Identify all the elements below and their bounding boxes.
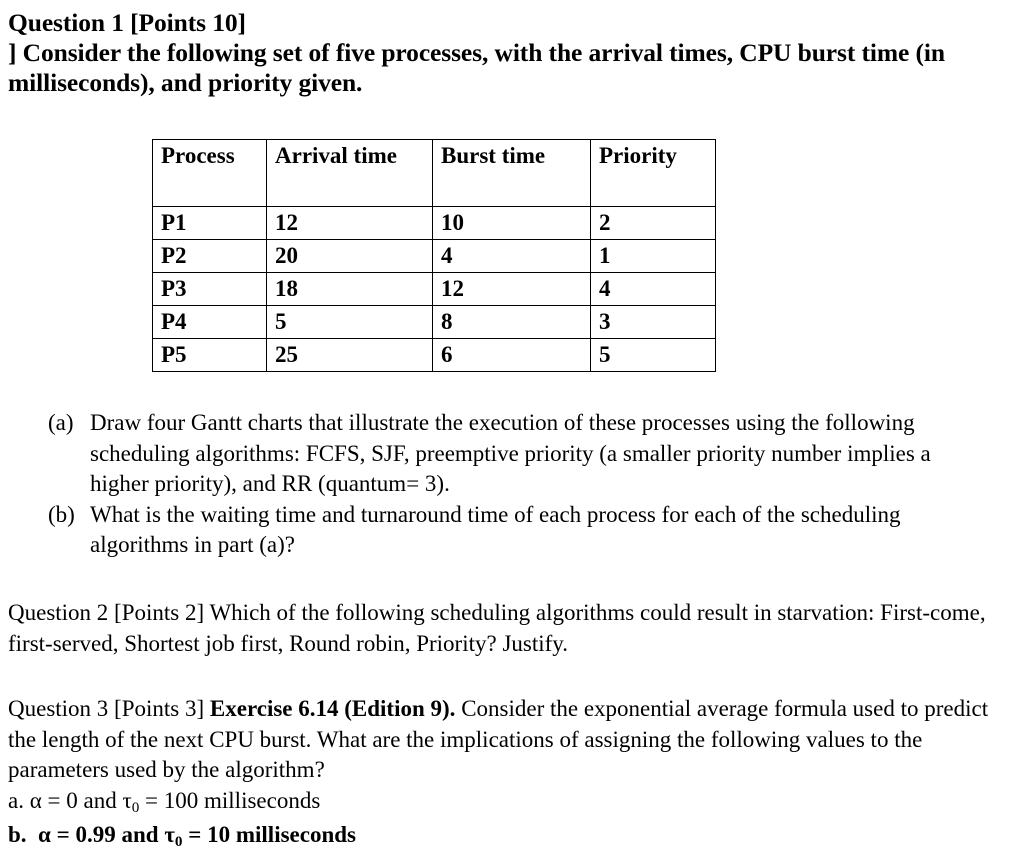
question-2-block: Question 2 [Points 2] Which of the follo… [8, 598, 1018, 659]
cell-process: P2 [152, 239, 267, 273]
item-a-subscript: 0 [131, 799, 140, 817]
table-row: P2 20 4 1 [152, 239, 716, 273]
cell-priority: 3 [590, 305, 716, 339]
cell-priority: 5 [590, 338, 716, 372]
question-1-sub-items: (a) Draw four Gantt charts that illustra… [8, 408, 1016, 561]
question-1-intro: ] Consider the following set of five pro… [8, 38, 945, 97]
cell-process: P1 [152, 206, 267, 240]
cell-arrival-time: 18 [266, 272, 433, 306]
document-page: Question 1 [Points 10] ] Consider the fo… [0, 0, 1024, 857]
cell-process: P3 [152, 272, 267, 306]
cell-priority: 1 [590, 239, 716, 273]
question-3-item-a: a. α = 0 and τ0 = 100 milliseconds [8, 786, 1008, 820]
list-item-text-a: Draw four Gantt charts that illustrate t… [90, 410, 931, 496]
cell-priority: 2 [590, 206, 716, 240]
table-row: P4 5 8 3 [152, 305, 716, 339]
column-header-arrival-time: Arrival time [266, 139, 433, 207]
question-1-title: Question 1 [Points 10] [8, 8, 246, 37]
cell-arrival-time: 5 [266, 305, 433, 339]
cell-burst-time: 10 [432, 206, 591, 240]
question-3-exercise-reference: Exercise 6.14 (Edition 9). [209, 696, 456, 721]
list-item-text-b: What is the waiting time and turnaround … [90, 501, 901, 558]
cell-arrival-time: 25 [266, 338, 433, 372]
item-b-lead: b. α = 0.99 and τ [8, 821, 175, 847]
column-header-priority: Priority [590, 139, 716, 207]
table-header-row: Process Arrival time Burst time Priority [152, 139, 716, 207]
column-header-burst-time: Burst time [432, 139, 591, 207]
list-item: (b) What is the waiting time and turnaro… [8, 500, 1016, 561]
cell-arrival-time: 20 [266, 239, 433, 273]
table-row: P5 25 6 5 [152, 338, 716, 372]
cell-process: P5 [152, 338, 267, 372]
item-a-lead: a. α = 0 and τ [8, 788, 132, 813]
cell-arrival-time: 12 [266, 206, 433, 240]
item-b-subscript: 0 [174, 832, 183, 850]
question-1-heading: Question 1 [Points 10] ] Consider the fo… [8, 8, 1016, 98]
cell-burst-time: 12 [432, 272, 591, 306]
cell-burst-time: 8 [432, 305, 591, 339]
cell-burst-time: 6 [432, 338, 591, 372]
table-row: P1 12 10 2 [152, 206, 716, 240]
question-3-item-b: b. α = 0.99 and τ0 = 10 milliseconds [8, 820, 1008, 854]
table-row: P3 18 12 4 [152, 272, 716, 306]
process-table: Process Arrival time Burst time Priority… [152, 139, 716, 372]
question-3-prefix: Question 3 [Points 3] [8, 696, 210, 721]
column-header-process: Process [152, 139, 267, 207]
cell-process: P4 [152, 305, 267, 339]
item-b-rest: = 10 milliseconds [182, 821, 356, 847]
item-a-rest: = 100 milliseconds [139, 788, 321, 813]
list-item: (a) Draw four Gantt charts that illustra… [8, 408, 1016, 500]
question-3-parameter-items: a. α = 0 and τ0 = 100 milliseconds b. α … [8, 786, 1008, 853]
list-item-marker-a: (a) [48, 410, 74, 435]
question-2-text: Question 2 [Points 2] Which of the follo… [8, 600, 986, 656]
cell-priority: 4 [590, 272, 716, 306]
list-item-marker-b: (b) [48, 501, 75, 527]
cell-burst-time: 4 [432, 239, 591, 273]
question-3-block: Question 3 [Points 3] Exercise 6.14 (Edi… [8, 694, 1020, 786]
